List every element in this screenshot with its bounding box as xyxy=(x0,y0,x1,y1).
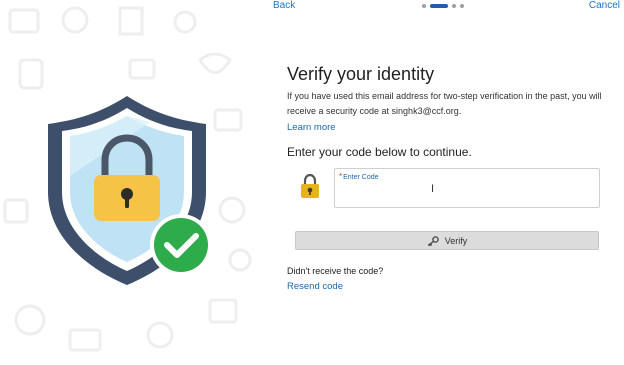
step-indicator xyxy=(422,4,464,8)
no-code-text: Didn't receive the code? xyxy=(287,266,384,276)
security-illustration xyxy=(3,0,272,365)
cancel-link[interactable]: Cancel xyxy=(589,0,620,11)
verify-button-label: Verify xyxy=(444,235,468,246)
step-dot-2-active xyxy=(430,4,448,8)
key-icon xyxy=(427,235,439,246)
required-marker: * xyxy=(339,172,343,181)
security-illustration-panel xyxy=(0,0,272,365)
resend-code-link[interactable]: Resend code xyxy=(287,281,343,292)
code-input-field[interactable]: *Enter Code I xyxy=(334,168,600,208)
code-instruction: Enter your code below to continue. xyxy=(287,145,472,159)
step-dot-4 xyxy=(460,4,464,8)
step-dot-1 xyxy=(422,4,426,8)
code-field-label: *Enter Code xyxy=(339,172,379,181)
padlock-icon xyxy=(300,173,320,204)
code-field-label-text: Enter Code xyxy=(343,174,379,181)
text-cursor-icon: I xyxy=(431,183,435,195)
back-link[interactable]: Back xyxy=(273,0,295,11)
verify-button[interactable]: Verify xyxy=(295,231,599,250)
step-dot-3 xyxy=(452,4,456,8)
verification-description: If you have used this email address for … xyxy=(287,91,602,116)
page-title: Verify your identity xyxy=(287,64,435,84)
checkmark-icon xyxy=(150,214,212,276)
learn-more-link[interactable]: Learn more xyxy=(287,122,336,133)
